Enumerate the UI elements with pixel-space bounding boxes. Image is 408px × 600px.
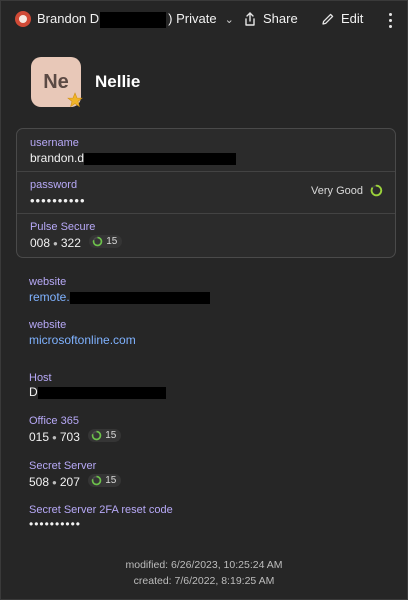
login-fields-card: username brandon.d password •••••••••• V… bbox=[16, 128, 396, 258]
password-strength: Very Good bbox=[311, 184, 383, 197]
username-field[interactable]: brandon.d bbox=[30, 151, 237, 165]
host-field[interactable]: D bbox=[29, 385, 166, 399]
divider bbox=[17, 171, 395, 172]
item-title: Nellie bbox=[95, 72, 141, 91]
vault-label: Private bbox=[176, 11, 217, 26]
secret-server-otp[interactable]: 508 ● 207 15 bbox=[29, 474, 122, 489]
website-link[interactable]: remote. bbox=[29, 290, 210, 304]
otp-timer: 15 bbox=[89, 235, 123, 248]
created-timestamp: created: 7/6/2022, 8:19:25 AM bbox=[133, 575, 275, 587]
vault-owner-name: Brandon D bbox=[37, 11, 100, 26]
redacted-block bbox=[84, 152, 237, 165]
otp-seconds: 15 bbox=[105, 475, 117, 486]
secret-server-label: Secret Server bbox=[29, 460, 97, 472]
host-value: D bbox=[29, 385, 38, 399]
otp-timer-icon bbox=[92, 236, 103, 247]
reset-code-field[interactable]: •••••••••• bbox=[29, 517, 81, 531]
reset-code-label: Secret Server 2FA reset code bbox=[29, 504, 173, 516]
pulse-secure-label: Pulse Secure bbox=[30, 221, 96, 233]
strength-label: Very Good bbox=[311, 184, 363, 197]
chevron-down-icon: ⌄ bbox=[224, 13, 234, 26]
office-365-otp[interactable]: 015 ● 703 15 bbox=[29, 429, 122, 444]
vault-name: Brandon D) Private bbox=[37, 11, 217, 28]
strength-ring-icon bbox=[370, 184, 383, 197]
vault-icon bbox=[15, 11, 31, 28]
username-value: brandon.d bbox=[30, 151, 85, 165]
otp-code-part: 207 bbox=[59, 475, 80, 489]
separator: ● bbox=[52, 433, 57, 443]
username-label: username bbox=[30, 137, 79, 149]
star-icon[interactable] bbox=[67, 92, 83, 108]
divider bbox=[17, 213, 395, 214]
host-label: Host bbox=[29, 372, 52, 384]
separator: ● bbox=[53, 239, 58, 249]
otp-code-part: 703 bbox=[59, 430, 80, 444]
otp-timer: 15 bbox=[88, 474, 122, 487]
website-link[interactable]: microsoftonline.com bbox=[29, 333, 136, 347]
more-vertical-icon[interactable] bbox=[387, 13, 393, 31]
vault-owner-suffix: ) bbox=[168, 11, 173, 26]
pulse-secure-otp[interactable]: 008 ● 322 15 bbox=[30, 235, 123, 250]
redacted-block bbox=[69, 291, 210, 304]
item-detail-window: Brandon D) Private ⌄ Share Edit Ne Nelli… bbox=[0, 0, 408, 600]
share-label: Share bbox=[263, 11, 298, 26]
website-url[interactable]: remote. bbox=[29, 290, 70, 304]
otp-code-part: 015 bbox=[29, 430, 50, 444]
otp-seconds: 15 bbox=[105, 430, 117, 441]
redacted-block bbox=[37, 386, 166, 399]
modified-timestamp: modified: 6/26/2023, 10:25:24 AM bbox=[125, 559, 283, 571]
item-header: Brandon D) Private ⌄ Share Edit bbox=[1, 1, 407, 45]
share-icon bbox=[245, 11, 255, 26]
website-label: website bbox=[29, 276, 67, 288]
password-label: password bbox=[30, 179, 78, 191]
otp-code-part: 008 bbox=[30, 236, 51, 250]
website-label: website bbox=[29, 319, 67, 331]
otp-timer: 15 bbox=[88, 429, 122, 442]
edit-label: Edit bbox=[341, 11, 364, 26]
password-field[interactable]: •••••••••• bbox=[30, 193, 86, 208]
otp-seconds: 15 bbox=[106, 236, 118, 247]
separator: ● bbox=[52, 478, 57, 488]
office-365-label: Office 365 bbox=[29, 415, 79, 427]
pencil-icon bbox=[322, 13, 334, 25]
vault-selector[interactable]: Brandon D) Private ⌄ bbox=[15, 11, 234, 28]
share-button[interactable]: Share bbox=[243, 11, 298, 26]
redacted-block bbox=[100, 11, 167, 28]
otp-timer-icon bbox=[91, 430, 102, 441]
otp-timer-icon bbox=[91, 475, 102, 486]
avatar-initials: Ne bbox=[43, 70, 69, 93]
otp-code-part: 322 bbox=[60, 236, 81, 250]
otp-code-part: 508 bbox=[29, 475, 50, 489]
edit-button[interactable]: Edit bbox=[321, 11, 363, 26]
